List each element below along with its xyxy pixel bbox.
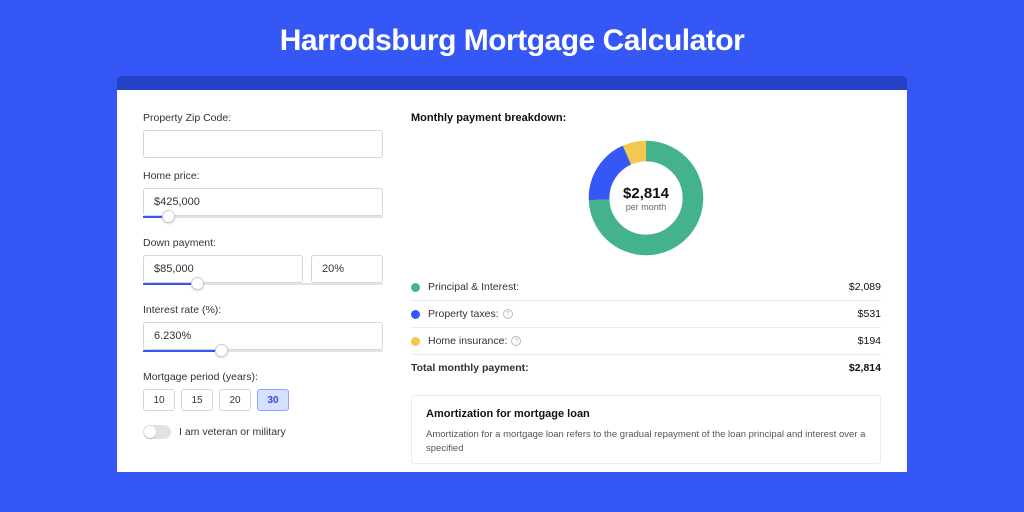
legend-label-taxes-text: Property taxes: (428, 308, 499, 320)
legend-value-insurance: $194 (858, 335, 881, 347)
dot-insurance (411, 337, 420, 346)
home-price-input[interactable] (143, 188, 383, 216)
field-interest: Interest rate (%): (143, 304, 383, 359)
info-icon[interactable]: ? (511, 336, 521, 346)
dot-principal (411, 283, 420, 292)
home-price-slider[interactable] (143, 215, 383, 225)
veteran-toggle[interactable] (143, 425, 171, 439)
amortization-title: Amortization for mortgage loan (426, 408, 866, 420)
interest-slider[interactable] (143, 349, 383, 359)
down-payment-input[interactable] (143, 255, 303, 283)
legend-label-insurance: Home insurance: ? (428, 335, 858, 347)
info-icon[interactable]: ? (503, 309, 513, 319)
legend-row-principal: Principal & Interest: $2,089 (411, 274, 881, 301)
dot-taxes (411, 310, 420, 319)
legend-label-total: Total monthly payment: (411, 362, 849, 374)
slider-fill (143, 283, 191, 285)
calculator-card: Property Zip Code: Home price: Down paym… (117, 90, 907, 472)
slider-thumb[interactable] (191, 277, 204, 290)
legend-value-taxes: $531 (858, 308, 881, 320)
period-btn-20[interactable]: 20 (219, 389, 251, 411)
period-button-group: 10 15 20 30 (143, 389, 383, 411)
breakdown-title: Monthly payment breakdown: (411, 112, 881, 124)
breakdown-column: Monthly payment breakdown: $2,814 per mo… (411, 112, 881, 464)
slider-thumb[interactable] (162, 210, 175, 223)
donut-chart-area: $2,814 per month (411, 130, 881, 274)
period-btn-10[interactable]: 10 (143, 389, 175, 411)
donut-amount: $2,814 (623, 185, 669, 202)
donut-sub: per month (626, 202, 667, 212)
field-down-payment: Down payment: (143, 237, 383, 292)
amortization-panel: Amortization for mortgage loan Amortizat… (411, 395, 881, 464)
slider-fill (143, 350, 215, 352)
zip-input[interactable] (143, 130, 383, 158)
legend-label-taxes: Property taxes: ? (428, 308, 858, 320)
legend-row-taxes: Property taxes: ? $531 (411, 301, 881, 328)
legend-row-insurance: Home insurance: ? $194 (411, 328, 881, 355)
period-label: Mortgage period (years): (143, 371, 383, 383)
form-column: Property Zip Code: Home price: Down paym… (143, 112, 383, 464)
field-period: Mortgage period (years): 10 15 20 30 (143, 371, 383, 411)
card-container: Property Zip Code: Home price: Down paym… (117, 76, 907, 472)
interest-label: Interest rate (%): (143, 304, 383, 316)
amortization-text: Amortization for a mortgage loan refers … (426, 428, 866, 457)
legend-label-insurance-text: Home insurance: (428, 335, 507, 347)
donut-center: $2,814 per month (584, 136, 708, 260)
down-payment-pct-input[interactable] (311, 255, 383, 283)
interest-input[interactable] (143, 322, 383, 350)
down-payment-label: Down payment: (143, 237, 383, 249)
veteran-label: I am veteran or military (179, 426, 286, 438)
legend-row-total: Total monthly payment: $2,814 (411, 355, 881, 381)
zip-label: Property Zip Code: (143, 112, 383, 124)
down-payment-slider[interactable] (143, 282, 383, 292)
slider-thumb[interactable] (215, 344, 228, 357)
period-btn-15[interactable]: 15 (181, 389, 213, 411)
field-zip: Property Zip Code: (143, 112, 383, 158)
legend-value-principal: $2,089 (849, 281, 881, 293)
home-price-label: Home price: (143, 170, 383, 182)
period-btn-30[interactable]: 30 (257, 389, 289, 411)
veteran-row: I am veteran or military (143, 425, 383, 439)
legend: Principal & Interest: $2,089 Property ta… (411, 274, 881, 381)
legend-label-principal: Principal & Interest: (428, 281, 849, 293)
donut-chart: $2,814 per month (584, 136, 708, 260)
field-home-price: Home price: (143, 170, 383, 225)
legend-value-total: $2,814 (849, 362, 881, 374)
page-title: Harrodsburg Mortgage Calculator (0, 0, 1024, 76)
slider-track (143, 216, 383, 218)
slider-fill (143, 216, 162, 218)
